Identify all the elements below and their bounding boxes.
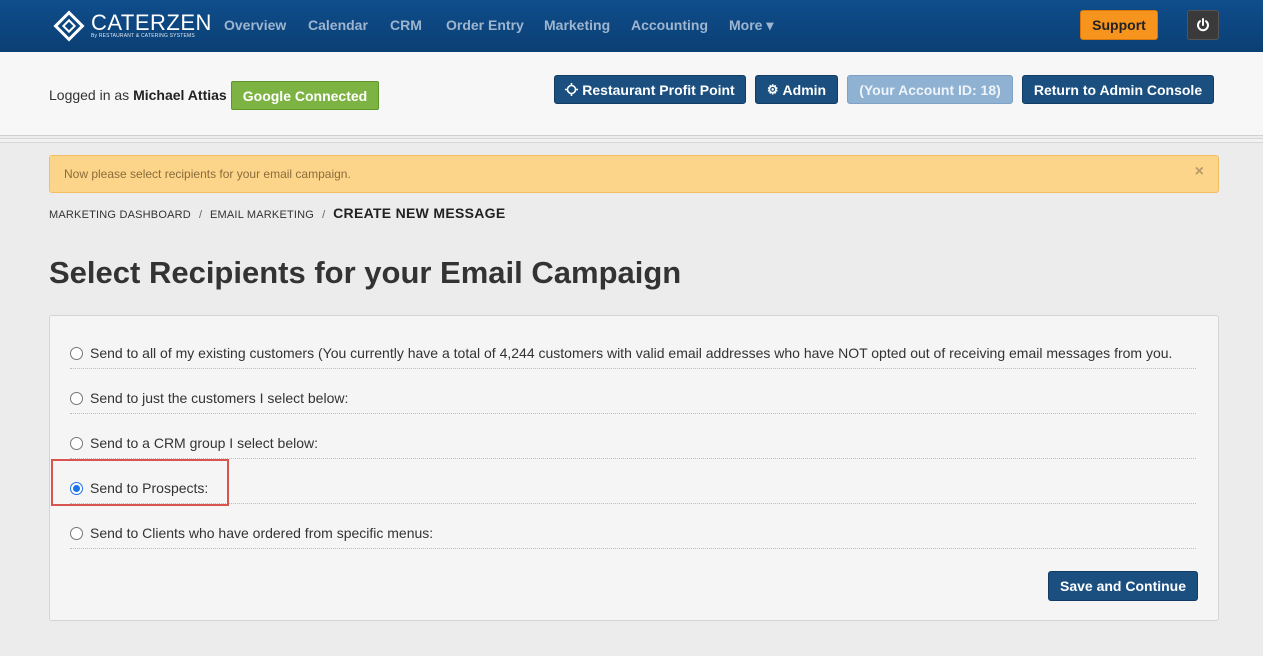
nav-order-entry[interactable]: Order Entry [446, 17, 524, 33]
option-selected-customers[interactable]: Send to just the customers I select belo… [70, 369, 1196, 414]
nav-calendar[interactable]: Calendar [308, 17, 368, 33]
logo-diamond-icon [53, 10, 85, 42]
option-label: Send to just the customers I select belo… [90, 390, 349, 406]
header-divider [0, 138, 1263, 143]
radio-specific-menus[interactable] [70, 527, 83, 540]
breadcrumb-separator: / [322, 209, 326, 221]
return-to-admin-console-button[interactable]: Return to Admin Console [1022, 75, 1214, 104]
nav-marketing[interactable]: Marketing [544, 17, 610, 33]
crosshair-icon [565, 83, 579, 96]
close-icon[interactable]: × [1195, 163, 1204, 181]
admin-button[interactable]: ⚙ Admin [755, 75, 838, 104]
logged-in-text: Logged in as Michael Attias [49, 87, 227, 103]
info-alert: Now please select recipients for your em… [49, 155, 1219, 193]
alert-message: Now please select recipients for your em… [64, 167, 351, 181]
admin-label: Admin [782, 81, 827, 98]
google-connected-button[interactable]: Google Connected [231, 81, 379, 110]
nav-overview[interactable]: Overview [224, 17, 286, 33]
logo-name: CATERZEN [91, 9, 212, 35]
restaurant-profit-point-button[interactable]: Restaurant Profit Point [554, 75, 746, 104]
option-specific-menus[interactable]: Send to Clients who have ordered from sp… [70, 504, 1196, 549]
nav-more-label: More [729, 17, 763, 33]
restaurant-profit-point-label: Restaurant Profit Point [582, 81, 735, 98]
radio-all-customers[interactable] [70, 347, 83, 360]
logged-in-prefix: Logged in as [49, 87, 130, 103]
breadcrumb-current: CREATE NEW MESSAGE [333, 205, 506, 221]
account-header: Logged in as Michael Attias Google Conne… [0, 52, 1263, 136]
nav-more[interactable]: More ▾ [729, 17, 773, 34]
nav-accounting[interactable]: Accounting [631, 17, 708, 33]
option-label: Send to all of my existing customers (Yo… [90, 345, 1173, 361]
recipients-panel: Send to all of my existing customers (Yo… [49, 315, 1219, 621]
radio-selected-customers[interactable] [70, 392, 83, 405]
user-name: Michael Attias [133, 87, 227, 103]
option-prospects[interactable]: Send to Prospects: [70, 459, 1196, 504]
page-title: Select Recipients for your Email Campaig… [49, 255, 682, 290]
top-navbar: CATERZEN By RESTAURANT & CATERING SYSTEM… [0, 0, 1263, 52]
save-and-continue-button[interactable]: Save and Continue [1048, 571, 1198, 601]
power-icon [1197, 18, 1209, 32]
nav-crm[interactable]: CRM [390, 17, 422, 33]
chevron-down-icon: ▾ [766, 17, 774, 33]
account-id-button[interactable]: (Your Account ID: 18) [847, 75, 1013, 104]
radio-crm-group[interactable] [70, 437, 83, 450]
logout-button[interactable] [1187, 10, 1219, 40]
breadcrumb-separator: / [198, 209, 202, 221]
option-all-customers[interactable]: Send to all of my existing customers (Yo… [70, 324, 1196, 369]
logo-tagline: By RESTAURANT & CATERING SYSTEMS [91, 32, 195, 39]
support-button[interactable]: Support [1080, 10, 1158, 40]
breadcrumb: MARKETING DASHBOARD / EMAIL MARKETING / … [49, 205, 506, 221]
option-crm-group[interactable]: Send to a CRM group I select below: [70, 414, 1196, 459]
caterzen-logo[interactable]: CATERZEN By RESTAURANT & CATERING SYSTEM… [53, 10, 212, 42]
breadcrumb-email-marketing[interactable]: EMAIL MARKETING [210, 209, 314, 221]
option-label: Send to a CRM group I select below: [90, 435, 319, 451]
breadcrumb-marketing-dashboard[interactable]: MARKETING DASHBOARD [49, 209, 191, 221]
gear-icon: ⚙ [766, 81, 779, 97]
highlight-box [51, 459, 229, 506]
option-label: Send to Clients who have ordered from sp… [90, 525, 434, 541]
